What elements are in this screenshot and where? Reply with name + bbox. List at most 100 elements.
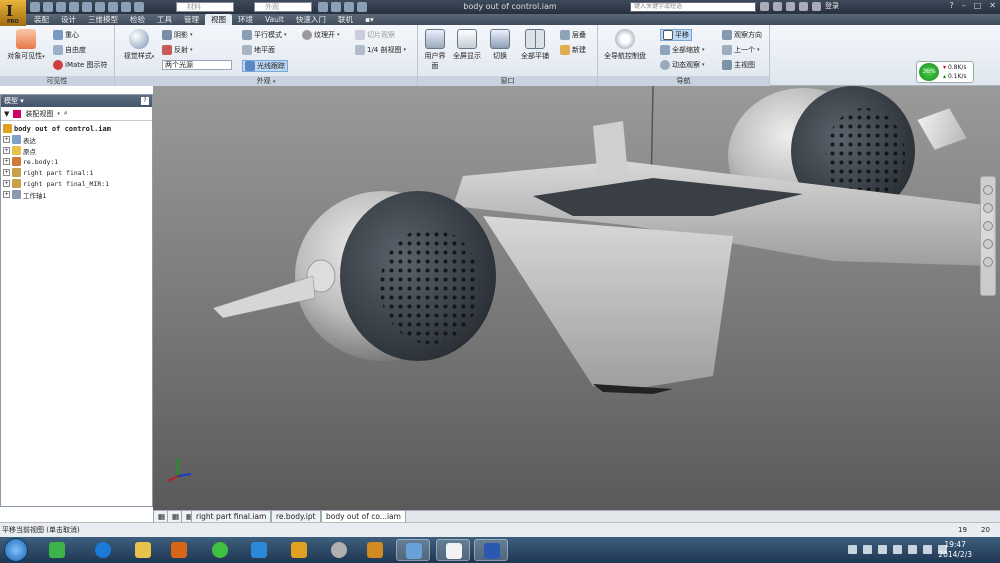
- tree-node[interactable]: + 工作轴1: [3, 189, 150, 200]
- close-button[interactable]: ✕: [989, 1, 996, 10]
- inventor-logo-icon[interactable]: I PRO: [0, 0, 26, 26]
- new-window-button[interactable]: 新建: [560, 45, 586, 55]
- taskbar-explorer[interactable]: [126, 539, 160, 561]
- slice-graphics-button[interactable]: 切片观察: [355, 30, 395, 40]
- help-icon[interactable]: ?: [949, 1, 953, 10]
- zoom-all-button[interactable]: 全部缩放 ▾: [660, 45, 705, 55]
- new-file-icon[interactable]: [30, 1, 40, 12]
- quarter-section-button[interactable]: 1/4 剖视图 ▾: [355, 45, 406, 55]
- tray-icon[interactable]: [893, 545, 902, 554]
- expand-icon[interactable]: +: [3, 180, 10, 187]
- undo-icon[interactable]: [69, 1, 79, 12]
- expand-icon[interactable]: +: [3, 158, 10, 165]
- properties-icon[interactable]: [134, 1, 144, 12]
- expand-icon[interactable]: +: [3, 136, 10, 143]
- select-icon[interactable]: [108, 1, 118, 12]
- graphics-viewport[interactable]: [153, 86, 1000, 510]
- clear-appearance-icon[interactable]: [318, 1, 328, 12]
- menu-tab[interactable]: 工具: [151, 14, 178, 25]
- taskbar-app-1[interactable]: [40, 539, 74, 561]
- tree-node[interactable]: + re.body:1: [3, 156, 150, 167]
- flag-icon[interactable]: [878, 545, 887, 554]
- orbit-button[interactable]: 动态观察 ▾: [660, 60, 705, 70]
- tree-node[interactable]: + right part final_MIR:1: [3, 178, 150, 189]
- look-at-button[interactable]: 观察方向: [722, 30, 762, 40]
- taskbar-app-6[interactable]: [358, 539, 392, 561]
- taskbar-ie[interactable]: [86, 539, 120, 561]
- tree-node[interactable]: + 表达: [3, 134, 150, 145]
- assembly-view-select[interactable]: 装配视图: [25, 109, 53, 119]
- tools-icon[interactable]: [773, 1, 782, 11]
- start-button[interactable]: [4, 538, 28, 562]
- texture-on-button[interactable]: 纹理开 ▾: [302, 30, 340, 40]
- star-icon[interactable]: [799, 1, 808, 11]
- menu-tab[interactable]: 设计: [55, 14, 82, 25]
- user-interface-button[interactable]: 用户界面: [422, 29, 448, 71]
- user-icon[interactable]: [812, 1, 821, 11]
- browser-header[interactable]: 模型 ▾?: [1, 95, 152, 107]
- subscription-icon[interactable]: [786, 1, 795, 11]
- signin-link[interactable]: 登录: [825, 1, 839, 11]
- formula-icon[interactable]: [344, 1, 354, 12]
- binoculars-icon[interactable]: ⌕: [64, 109, 68, 118]
- look-at-icon[interactable]: [983, 257, 993, 267]
- lighting-select[interactable]: 两个光源: [162, 60, 232, 70]
- zoom-icon[interactable]: [983, 221, 993, 231]
- steering-wheel-icon[interactable]: [983, 185, 993, 195]
- taskbar-app-3[interactable]: [242, 539, 276, 561]
- expand-icon[interactable]: +: [3, 191, 10, 198]
- taskbar-media[interactable]: [162, 539, 196, 561]
- menu-tab[interactable]: 环境: [232, 14, 259, 25]
- expand-icon[interactable]: +: [3, 169, 10, 176]
- menu-tab[interactable]: 装配: [28, 14, 55, 25]
- appearance-combo[interactable]: 外观: [254, 2, 312, 12]
- taskbar-app-2[interactable]: [203, 539, 237, 561]
- material-combo[interactable]: 材料: [176, 2, 234, 12]
- taskbar-inventor[interactable]: [436, 539, 470, 561]
- help-icon[interactable]: ?: [141, 97, 149, 105]
- reflection-button[interactable]: 反射 ▾: [162, 45, 193, 55]
- tray-icon[interactable]: [908, 545, 917, 554]
- adjust-icon[interactable]: [331, 1, 341, 12]
- home-view-button[interactable]: 主视图: [722, 60, 755, 70]
- menu-tab[interactable]: 联机: [332, 14, 359, 25]
- ground-plane-button[interactable]: 地平面: [242, 45, 275, 55]
- cascade-button[interactable]: 层叠: [560, 30, 586, 40]
- full-screen-button[interactable]: 全屏显示: [450, 29, 484, 61]
- menu-tab[interactable]: 管理: [178, 14, 205, 25]
- open-icon[interactable]: [43, 1, 53, 12]
- shadows-button[interactable]: 阴影 ▾: [162, 30, 193, 40]
- tree-node[interactable]: + right part final:1: [3, 167, 150, 178]
- clock[interactable]: 19:47 2014/2/3: [938, 540, 972, 560]
- minimize-button[interactable]: –: [962, 1, 966, 10]
- tree-root[interactable]: body out of control.iam: [3, 123, 150, 134]
- help-search-input[interactable]: 键入关键字或短语: [630, 2, 756, 12]
- parallel-mode-button[interactable]: 平行模式 ▾: [242, 30, 287, 40]
- menu-tab[interactable]: 检验: [124, 14, 151, 25]
- tile-all-button[interactable]: 全部平铺: [516, 29, 554, 61]
- tray-icon[interactable]: [863, 545, 872, 554]
- full-navigation-wheel-button[interactable]: 全导航控制盘: [600, 29, 650, 61]
- tree-node[interactable]: + 原点: [3, 145, 150, 156]
- menu-tab[interactable]: 快速入门: [290, 14, 332, 25]
- object-visibility-button[interactable]: 对象可见性▾: [4, 29, 48, 61]
- menu-tab[interactable]: Vault: [259, 14, 290, 25]
- expand-icon[interactable]: +: [3, 147, 10, 154]
- center-gravity-button[interactable]: 重心: [53, 30, 79, 40]
- visual-style-button[interactable]: 视觉样式▾: [119, 29, 159, 61]
- imate-glyph-button[interactable]: iMate 图示符: [53, 60, 108, 70]
- pan-button[interactable]: 平移: [660, 29, 692, 41]
- dof-button[interactable]: 自由度: [53, 45, 86, 55]
- previous-view-button[interactable]: 上一个 ▾: [722, 45, 760, 55]
- add-icon[interactable]: [357, 1, 367, 12]
- maximize-button[interactable]: □: [974, 1, 982, 10]
- save-icon[interactable]: [56, 1, 66, 12]
- return-icon[interactable]: [95, 1, 105, 12]
- binoculars-icon[interactable]: [760, 1, 769, 11]
- ray-trace-button[interactable]: 光线跟踪: [242, 60, 288, 72]
- taskbar-app-7[interactable]: [396, 539, 430, 561]
- menu-more-icon[interactable]: ▪▾: [359, 14, 380, 25]
- pan-icon[interactable]: [983, 203, 993, 213]
- switch-button[interactable]: 切换: [488, 29, 512, 61]
- update-icon[interactable]: [121, 1, 131, 12]
